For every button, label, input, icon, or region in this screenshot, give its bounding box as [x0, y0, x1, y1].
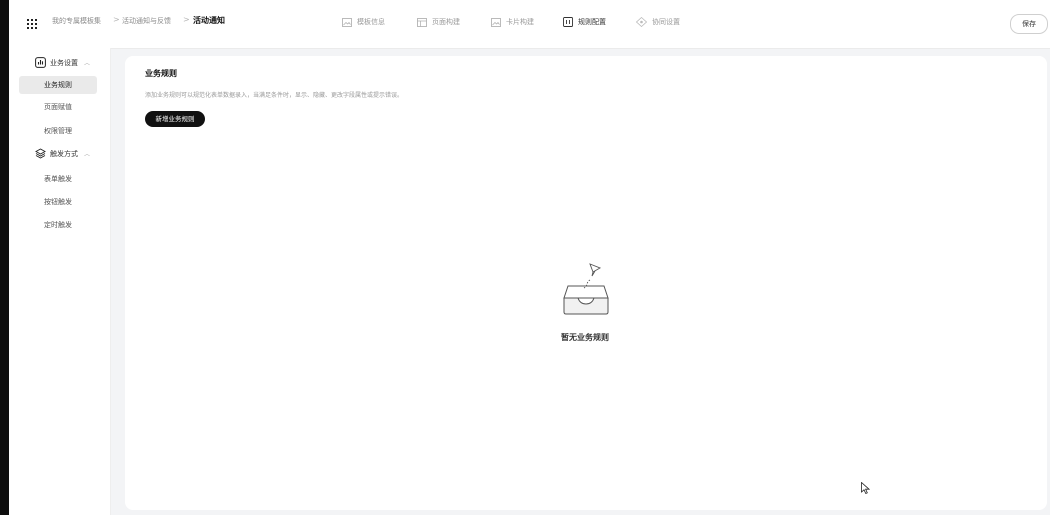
- left-edge-bar: [0, 0, 9, 515]
- mouse-cursor-icon: [861, 482, 870, 494]
- tab-collab-settings[interactable]: 协同设置: [636, 15, 680, 29]
- page-description: 添加业务规则可以规范化表单数据录入，当满足条件时，显示、隐藏、更改字段属性或提示…: [145, 92, 404, 99]
- tab-page-build[interactable]: 页面构建: [417, 15, 460, 29]
- breadcrumb-separator: >: [113, 15, 120, 24]
- sidebar-item-page-assign[interactable]: 页面赋值: [19, 98, 97, 116]
- chart-icon: [35, 57, 46, 68]
- empty-inbox-icon: [563, 263, 609, 315]
- sidebar-item-business-rules[interactable]: 业务规则: [19, 76, 97, 94]
- sidebar-item-timer-trigger[interactable]: 定时触发: [19, 216, 97, 234]
- breadcrumb-separator: >: [183, 15, 190, 24]
- app-grid-icon[interactable]: [27, 19, 37, 29]
- tab-template-info[interactable]: 模板信息: [342, 15, 385, 29]
- tab-label: 页面构建: [432, 18, 460, 26]
- sidebar-item-form-trigger[interactable]: 表单触发: [19, 170, 97, 188]
- empty-state-text: 暂无业务规则: [561, 333, 609, 342]
- collab-icon: [636, 17, 647, 27]
- tab-label: 规则配置: [578, 18, 606, 26]
- chevron-up-icon: ︿: [84, 151, 91, 158]
- breadcrumb-parent[interactable]: 活动通知与反馈: [122, 16, 171, 26]
- breadcrumb-current: 活动通知: [193, 16, 225, 25]
- sidebar-group-label: 业务设置: [50, 58, 78, 67]
- sidebar-group-label: 触发方式: [50, 149, 78, 158]
- save-button[interactable]: 保存: [1010, 14, 1048, 34]
- page-title: 业务规则: [145, 69, 177, 78]
- layout-icon: [417, 17, 427, 27]
- tab-label: 卡片构建: [506, 18, 534, 26]
- rules-panel: 业务规则 添加业务规则可以规范化表单数据录入，当满足条件时，显示、隐藏、更改字段…: [125, 56, 1047, 510]
- top-bar: 我的专属模板集 > 活动通知与反馈 > 活动通知 模板信息 页面构建 卡片构建 …: [9, 0, 1050, 49]
- image-icon: [342, 17, 352, 27]
- layers-icon: [35, 148, 46, 159]
- breadcrumb-root[interactable]: 我的专属模板集: [52, 16, 101, 26]
- tab-label: 模板信息: [357, 18, 385, 26]
- sidebar: 业务设置 ︿ 业务规则 页面赋值 权限管理 触发方式 ︿ 表单触发 按钮触发 定…: [9, 48, 111, 515]
- card-icon: [491, 17, 501, 27]
- rule-icon: [563, 17, 573, 27]
- sidebar-item-permissions[interactable]: 权限管理: [19, 122, 97, 140]
- chevron-up-icon: ︿: [84, 60, 91, 67]
- sidebar-group-business[interactable]: 业务设置 ︿: [35, 57, 90, 68]
- sidebar-item-button-trigger[interactable]: 按钮触发: [19, 193, 97, 211]
- add-rule-button[interactable]: 新增业务规则: [145, 111, 205, 127]
- sidebar-group-trigger[interactable]: 触发方式 ︿: [35, 148, 90, 159]
- tab-label: 协同设置: [652, 18, 680, 26]
- tab-card-build[interactable]: 卡片构建: [491, 15, 534, 29]
- tab-rule-config[interactable]: 规则配置: [563, 15, 606, 29]
